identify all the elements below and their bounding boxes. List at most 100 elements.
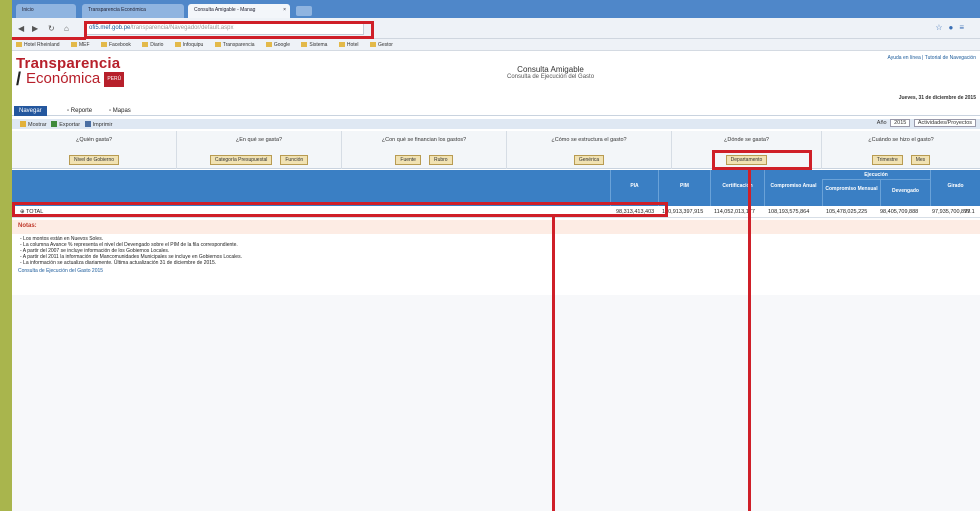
bookmark-label: Sistema xyxy=(309,42,328,48)
folder-icon xyxy=(369,42,376,47)
annotation-box-url xyxy=(84,21,374,39)
year-select[interactable]: 2015 xyxy=(890,119,911,127)
col-devengado[interactable]: Devengado xyxy=(880,180,930,206)
header-label: PIA xyxy=(630,183,639,189)
back-icon xyxy=(20,121,26,127)
col-girado[interactable]: Girado xyxy=(930,170,980,206)
home-icon[interactable]: ⌂ xyxy=(64,24,69,33)
folder-icon xyxy=(174,42,181,47)
funcion-button[interactable]: Función xyxy=(280,155,309,165)
tab-label: Consulta Amigable - Manag xyxy=(194,7,256,13)
cell-compromiso-anual: 108,193,575,864 xyxy=(768,209,810,215)
cell-avance: 77.1 xyxy=(964,209,975,215)
annotation-box-total-row xyxy=(12,202,668,217)
col-pim[interactable]: PIM xyxy=(658,170,710,206)
close-tab-icon[interactable]: × xyxy=(283,7,286,13)
bookmark-item[interactable]: Sistema xyxy=(301,42,327,48)
bookmark-item[interactable]: Infoquipu xyxy=(174,42,204,48)
bookmark-item[interactable]: Hotel Rheinland xyxy=(16,42,60,48)
bookmark-label: Hotel Rheinland xyxy=(24,42,60,48)
main-menu: Navegar ▫ Reporte ▫ Mapas xyxy=(12,105,980,116)
back-arrow-icon[interactable]: ◀ xyxy=(18,24,24,33)
bookmarks-bar: Hotel Rheinland MEF Facebook Diario Info… xyxy=(12,39,980,51)
bookmark-label: Google xyxy=(273,42,291,48)
question-cuando: ¿Cuándo se hizo el gasto? Trimestre Mes xyxy=(822,131,980,169)
col-pia[interactable]: PIA xyxy=(610,170,658,206)
folder-icon xyxy=(214,42,221,47)
bookmark-item[interactable]: Facebook xyxy=(100,42,131,48)
header-label: PIM xyxy=(680,183,689,189)
question-title: ¿Con qué se financian los gastos? xyxy=(381,137,467,143)
menu-reporte[interactable]: ▫ Reporte xyxy=(62,106,97,116)
mostrar-button[interactable]: Mostrar xyxy=(20,121,47,128)
folder-icon xyxy=(142,42,149,47)
action-toolbar: Mostrar Exportar Imprimir Año 2015 Activ… xyxy=(12,119,980,129)
question-title: ¿Cómo se estructura el gasto? xyxy=(551,137,627,143)
exportar-button[interactable]: Exportar xyxy=(51,121,80,128)
fuente-button[interactable]: Fuente xyxy=(395,155,421,165)
cell-pim: 130,913,397,915 xyxy=(662,209,704,215)
browser-tab-1[interactable]: Inicio xyxy=(16,4,76,18)
bookmark-label: Infoquipu xyxy=(182,42,204,48)
browser-tab-active[interactable]: Consulta Amigable - Manag × xyxy=(188,4,290,18)
col-compromiso-anual[interactable]: Compromiso Anual xyxy=(764,170,822,206)
folder-icon xyxy=(338,42,345,47)
header-label: Girado xyxy=(947,183,964,189)
logo-slash-icon: / xyxy=(16,69,22,89)
help-links[interactable]: Ayuda en línea | Tutorial de Navegación xyxy=(888,55,977,61)
mes-button[interactable]: Mes xyxy=(910,155,931,165)
question-title: ¿Quién gasta? xyxy=(75,137,113,143)
trimestre-button[interactable]: Trimestre xyxy=(871,155,903,165)
col-compromiso-mensual[interactable]: Compromiso Mensual xyxy=(822,180,880,206)
bookmark-item[interactable]: MEF xyxy=(70,42,90,48)
notes-header: Notas: xyxy=(12,220,980,234)
bookmark-item[interactable]: Google xyxy=(265,42,291,48)
browser-tab-2[interactable]: Transparencia Económica xyxy=(82,4,184,18)
notes-body: - Los montos están en Nuevos Soles. - La… xyxy=(12,234,980,268)
new-tab-button[interactable] xyxy=(296,6,312,16)
cell-compromiso-mensual: 105,478,025,225 xyxy=(826,209,868,215)
empty-content-area xyxy=(12,295,980,511)
bookmark-item[interactable]: Transparencia xyxy=(214,42,255,48)
screenshot-area: Inicio Transparencia Económica Consulta … xyxy=(12,0,980,511)
view-select[interactable]: Actividades/Proyectos xyxy=(913,119,976,127)
browser-menu-icons[interactable]: ☆●≡ xyxy=(935,23,970,32)
menu-label: Navegar xyxy=(19,108,42,114)
menu-label: Reporte xyxy=(70,108,93,114)
year-selector: Año 2015 Actividades/Proyectos xyxy=(877,119,976,127)
menu-mapas[interactable]: ▫ Mapas xyxy=(104,106,136,116)
bookmark-item[interactable]: Gestor xyxy=(369,42,393,48)
col-certificacion[interactable]: Certificación xyxy=(710,170,764,206)
bookmark-item[interactable]: Diario xyxy=(142,42,163,48)
annotation-box-departamento xyxy=(712,150,812,170)
question-panel: ¿Quién gasta? Nivel de Gobierno ¿En qué … xyxy=(12,131,980,169)
rubro-button[interactable]: Rubro xyxy=(428,155,453,165)
question-title: ¿En qué se gasta? xyxy=(235,137,283,143)
bookmark-item[interactable]: Hotel xyxy=(338,42,359,48)
bookmark-label: Hotel xyxy=(346,42,359,48)
folder-icon xyxy=(301,42,308,47)
logo-badge: PERÚ xyxy=(104,72,125,87)
group-ejecucion: Ejecución xyxy=(822,170,930,180)
menu-navegar[interactable]: Navegar xyxy=(14,106,47,116)
question-quien: ¿Quién gasta? Nivel de Gobierno xyxy=(12,131,177,169)
question-financian: ¿Con qué se financian los gastos? Fuente… xyxy=(342,131,507,169)
annotation-line-right xyxy=(748,170,751,511)
folder-icon xyxy=(16,42,22,47)
browser-tab-strip: Inicio Transparencia Económica Consulta … xyxy=(12,0,980,18)
print-icon xyxy=(84,121,91,127)
question-title: ¿Dónde se gasta? xyxy=(724,137,769,143)
current-date: Jueves, 31 de diciembre de 2015 xyxy=(898,95,976,101)
nivel-gobierno-button[interactable]: Nivel de Gobierno xyxy=(68,155,120,165)
notes-link[interactable]: Consulta de Ejecución del Gasto 2015 xyxy=(12,268,980,274)
imprimir-button[interactable]: Imprimir xyxy=(84,121,112,128)
excel-icon xyxy=(51,121,58,127)
site-logo[interactable]: Transparencia / Económica PERÚ xyxy=(16,55,125,89)
notes-title: Notas: xyxy=(18,223,37,229)
categoria-presupuestal-button[interactable]: Categoría Presupuestal xyxy=(209,155,273,165)
forward-arrow-icon[interactable]: ▶ xyxy=(32,24,38,33)
note-line: - La información se actualiza diariament… xyxy=(20,260,217,266)
generica-button[interactable]: Genérica xyxy=(573,155,605,165)
reload-icon[interactable]: ↻ xyxy=(48,24,55,33)
cell-devengado: 98,405,709,888 xyxy=(880,209,919,215)
